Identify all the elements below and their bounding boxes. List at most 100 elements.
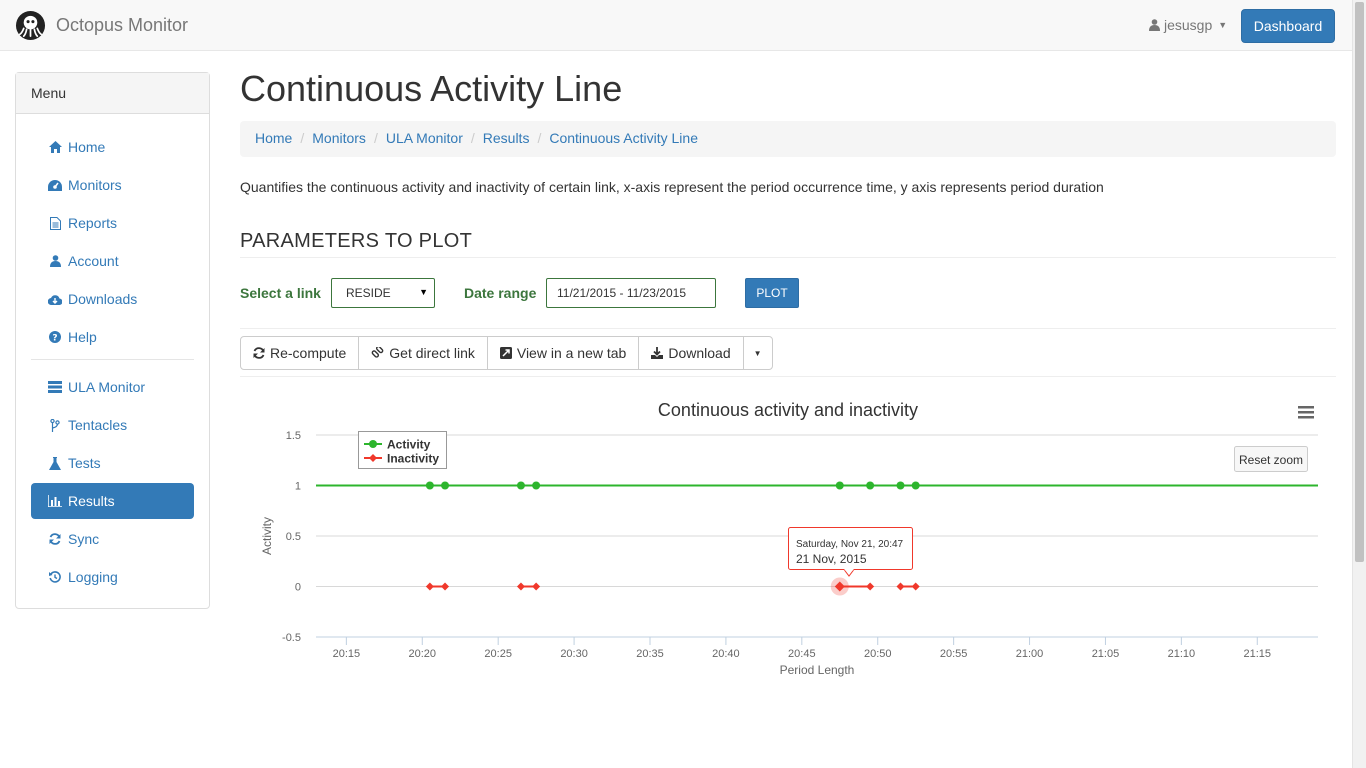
sidebar-item-account[interactable]: Account <box>31 243 194 279</box>
breadcrumb-home[interactable]: Home <box>255 130 292 148</box>
sidebar-item-tentacles[interactable]: Tentacles <box>31 407 194 443</box>
file-icon <box>48 216 62 230</box>
activity-point <box>516 481 525 490</box>
tooltip-line-1: Saturday, Nov 21, 20:47 <box>796 539 904 550</box>
breadcrumb-ula-monitor[interactable]: ULA Monitor <box>386 130 463 148</box>
legend-label-inactivity: Inactivity <box>387 452 439 466</box>
x-tick-label: 21:05 <box>1092 648 1120 660</box>
activity-point <box>896 481 905 490</box>
sidebar-divider <box>31 359 194 360</box>
sidebar-item-label: Results <box>68 493 115 509</box>
breadcrumb-current[interactable]: Continuous Activity Line <box>549 130 698 148</box>
breadcrumb-separator: / <box>300 130 305 146</box>
x-tick-label: 20:15 <box>333 648 361 660</box>
y-tick-label: 0 <box>295 582 301 594</box>
download-icon <box>651 347 664 359</box>
sidebar-item-sync[interactable]: Sync <box>31 521 194 557</box>
breadcrumb-separator: / <box>373 130 378 146</box>
question-icon: ? <box>48 330 62 344</box>
x-tick-label: 21:10 <box>1168 648 1196 660</box>
reset-zoom-button[interactable]: Reset zoom <box>1234 446 1308 472</box>
activity-point <box>866 481 875 490</box>
section-divider <box>240 257 1336 258</box>
legend-label-activity: Activity <box>387 438 431 452</box>
activity-chart[interactable]: Continuous activity and inactivity -0.5 0… <box>240 388 1336 688</box>
sidebar-item-downloads[interactable]: Downloads <box>31 281 194 317</box>
inactivity-point <box>896 582 905 591</box>
caret-down-icon: ▼ <box>753 348 762 358</box>
direct-link-button[interactable]: Get direct link <box>358 336 488 370</box>
inactivity-point <box>866 582 875 591</box>
dashboard-icon <box>48 178 62 192</box>
navbar: Octopus Monitor jesusgp ▼ Dashboard <box>0 0 1352 51</box>
sidebar-item-logging[interactable]: Logging <box>31 559 194 595</box>
dashboard-button[interactable]: Dashboard <box>1241 9 1335 43</box>
y-tick-label: 1.5 <box>286 430 301 442</box>
chart-tooltip: Saturday, Nov 21, 20:47 21 Nov, 2015 <box>788 527 913 577</box>
sidebar-title: Menu <box>16 73 209 114</box>
sidebar-nav: Home Monitors Reports Account Downloads … <box>31 129 194 597</box>
recompute-label: Re-compute <box>270 345 347 361</box>
scrollbar-thumb[interactable] <box>1355 2 1364 562</box>
activity-point <box>911 481 920 490</box>
chart-menu-icon[interactable] <box>1298 406 1314 419</box>
user-menu[interactable]: jesusgp ▼ <box>1149 17 1227 33</box>
x-tick-label: 20:20 <box>409 648 437 660</box>
date-range-label: Date range <box>464 285 537 301</box>
x-tick-label: 20:25 <box>484 648 512 660</box>
inactivity-point <box>425 582 434 591</box>
recompute-button[interactable]: Re-compute <box>240 336 360 370</box>
chart-toolbar: Re-compute Get direct link View in a new… <box>240 336 773 370</box>
breadcrumb-separator: / <box>537 130 542 146</box>
page-scrollbar[interactable] <box>1352 0 1366 768</box>
date-range-input[interactable]: 11/21/2015 - 11/23/2015 <box>546 278 716 308</box>
home-icon <box>48 140 62 154</box>
sidebar-item-home[interactable]: Home <box>31 129 194 165</box>
x-axis-ticks: 20:15 20:20 20:25 20:30 20:35 20:40 20:45 20:50… <box>333 648 1271 660</box>
sidebar-item-tests[interactable]: Tests <box>31 445 194 481</box>
sidebar-item-monitors[interactable]: Monitors <box>31 167 194 203</box>
activity-point <box>532 481 541 490</box>
activity-point <box>835 481 844 490</box>
x-tick-label: 21:00 <box>1016 648 1044 660</box>
external-link-icon <box>499 347 512 359</box>
link-select[interactable]: RESIDE ▼ <box>331 278 435 308</box>
svg-text:?: ? <box>52 334 57 344</box>
breadcrumb-separator: / <box>470 130 475 146</box>
download-dropdown-toggle[interactable]: ▼ <box>742 336 773 370</box>
user-icon <box>1149 19 1160 31</box>
sidebar-item-label: Downloads <box>68 291 138 307</box>
branch-icon <box>48 418 62 432</box>
x-tick-label: 20:30 <box>560 648 588 660</box>
cloud-download-icon <box>48 292 62 306</box>
x-tick-label: 20:40 <box>712 648 740 660</box>
breadcrumb-results[interactable]: Results <box>483 130 530 148</box>
sidebar-item-label: Tests <box>68 455 101 471</box>
refresh-icon <box>253 347 265 359</box>
plot-button[interactable]: PLOT <box>745 278 799 308</box>
x-tick-label: 20:50 <box>864 648 892 660</box>
activity-point <box>441 481 450 490</box>
new-tab-label: View in a new tab <box>516 345 627 361</box>
breadcrumb: Home / Monitors / ULA Monitor / Results … <box>240 121 1336 157</box>
download-button[interactable]: Download <box>638 336 744 370</box>
brand-name: Octopus Monitor <box>56 15 189 35</box>
inactivity-point <box>441 582 450 591</box>
sidebar-item-help[interactable]: ? Help <box>31 319 194 355</box>
link-select-value: RESIDE <box>346 286 391 300</box>
sidebar-item-results[interactable]: Results <box>31 483 194 519</box>
refresh-icon <box>48 532 62 546</box>
sidebar-item-label: Tentacles <box>68 417 128 433</box>
new-tab-button[interactable]: View in a new tab <box>486 336 640 370</box>
toolbar-divider <box>240 376 1336 377</box>
sidebar-item-ula-monitor[interactable]: ULA Monitor <box>31 369 194 405</box>
breadcrumb-monitors[interactable]: Monitors <box>312 130 366 148</box>
sidebar-item-label: Help <box>68 329 97 345</box>
x-tick-label: 21:15 <box>1244 648 1272 660</box>
brand[interactable]: Octopus Monitor <box>15 10 188 41</box>
x-tick-label: 20:45 <box>788 648 816 660</box>
inactivity-point <box>532 582 541 591</box>
caret-down-icon: ▼ <box>1218 20 1228 30</box>
form-divider <box>240 328 1336 329</box>
sidebar-item-reports[interactable]: Reports <box>31 205 194 241</box>
